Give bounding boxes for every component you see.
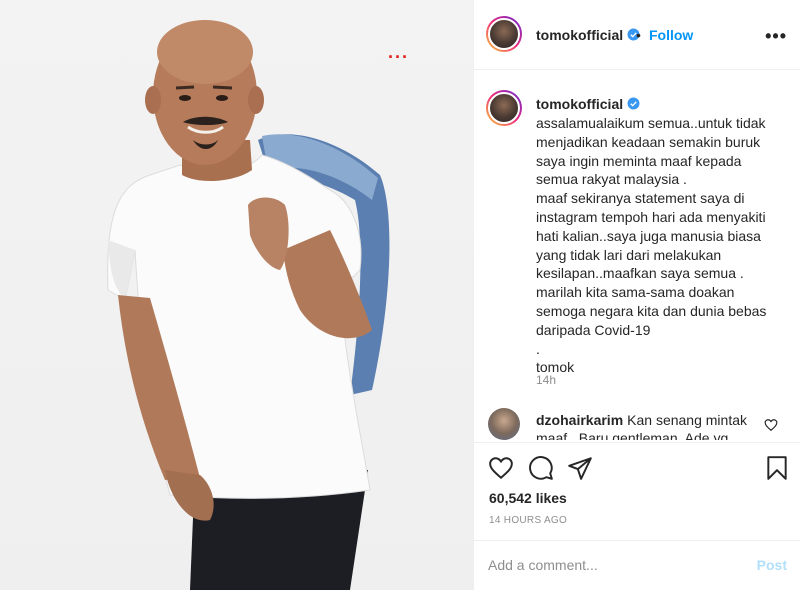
post-photo[interactable]: ... bbox=[0, 0, 473, 590]
post-detail-panel: tomokofficial • Follow ••• tomokofficial… bbox=[473, 0, 800, 590]
bookmark-icon[interactable] bbox=[764, 455, 790, 481]
commenter-avatar[interactable] bbox=[488, 408, 520, 440]
heart-icon[interactable] bbox=[488, 455, 514, 481]
post-actions: 60,542 likes 14 HOURS AGO bbox=[474, 442, 800, 544]
photo-overlay-dots: ... bbox=[388, 42, 410, 62]
person-photo-illustration bbox=[107, 20, 390, 590]
separator-dot: • bbox=[636, 27, 641, 43]
post-caption: assalamualaikum semua..untuk tidak menja… bbox=[536, 115, 767, 376]
caption-username[interactable]: tomokofficial bbox=[536, 96, 623, 112]
post-header: tomokofficial • Follow ••• bbox=[474, 0, 800, 70]
caption-timestamp[interactable]: 14h bbox=[536, 373, 556, 387]
follow-button[interactable]: Follow bbox=[649, 27, 693, 43]
verified-badge-icon bbox=[627, 97, 640, 110]
posted-timestamp[interactable]: 14 HOURS AGO bbox=[489, 515, 567, 526]
add-comment-bar: Post bbox=[474, 540, 800, 590]
comment-icon[interactable] bbox=[528, 455, 554, 481]
caption-author-avatar[interactable] bbox=[486, 90, 522, 126]
comment-item: dzohairkarim Kan senang mintak maaf.. Bar… bbox=[536, 411, 756, 440]
more-options-icon[interactable]: ••• bbox=[765, 26, 787, 47]
comment-input[interactable] bbox=[488, 554, 738, 576]
author-name-row: tomokofficial bbox=[536, 27, 640, 45]
post-comment-button[interactable]: Post bbox=[757, 557, 787, 573]
small-heart-icon[interactable] bbox=[764, 418, 778, 432]
caption-author-row: tomokofficial bbox=[536, 96, 640, 114]
comment-username[interactable]: dzohairkarim bbox=[536, 412, 623, 428]
author-username[interactable]: tomokofficial bbox=[536, 27, 623, 43]
author-avatar[interactable] bbox=[486, 16, 522, 52]
likes-count[interactable]: 60,542 likes bbox=[489, 490, 567, 506]
share-icon[interactable] bbox=[567, 455, 593, 481]
